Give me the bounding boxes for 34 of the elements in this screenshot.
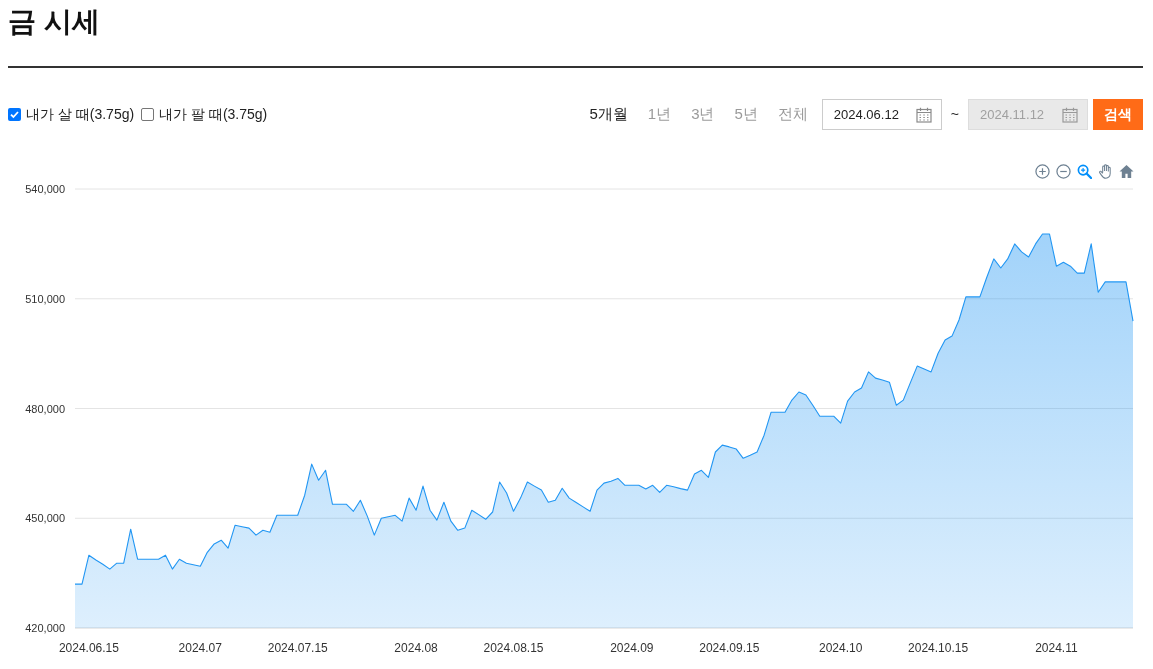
x-axis-label: 2024.08 (394, 641, 438, 655)
y-axis-label: 480,000 (25, 402, 65, 415)
checkbox[interactable] (8, 108, 21, 121)
home-icon[interactable] (1119, 163, 1134, 179)
period-tab[interactable]: 5개월 (589, 103, 628, 126)
hand-icon[interactable] (1098, 163, 1113, 179)
x-axis-label: 2024.07 (178, 641, 222, 655)
x-axis-label: 2024.06.15 (58, 641, 119, 655)
period-tab[interactable]: 3년 (691, 103, 715, 126)
y-axis-label: 510,000 (25, 292, 65, 305)
x-axis-label: 2024.10 (818, 641, 863, 655)
plus-circle-icon[interactable] (1035, 163, 1050, 179)
x-axis-label: 2024.10.15 (908, 641, 969, 655)
x-axis-label: 2024.09 (610, 641, 654, 655)
x-axis-label: 2024.08.15 (483, 641, 544, 655)
y-axis-label: 420,000 (25, 622, 65, 634)
calendar-icon[interactable] (915, 106, 932, 123)
x-axis-label: 2024.07.15 (267, 641, 328, 655)
date-field[interactable]: 2024.06.12 (821, 99, 942, 130)
x-axis-label: 2024.09.15 (699, 641, 760, 655)
checkbox[interactable] (141, 108, 155, 121)
range-separator: ~ (950, 105, 959, 124)
search-button[interactable]: 검색 (1093, 99, 1143, 130)
page-title: 금 시세 (8, 5, 100, 39)
x-axis-label: 2024.11 (1035, 641, 1078, 655)
checkbox-label[interactable]: 내가 살 때(3.75g) (26, 104, 135, 125)
minus-circle-icon[interactable] (1056, 163, 1071, 179)
y-axis-label: 450,000 (25, 512, 65, 525)
y-axis-label: 540,000 (25, 183, 65, 195)
period-tab[interactable]: 5년 (734, 103, 758, 126)
period-tab[interactable]: 전체 (777, 103, 808, 126)
period-tab[interactable]: 1년 (647, 103, 672, 126)
zoom-in-magnifier-icon[interactable] (1077, 163, 1092, 179)
checkbox-label[interactable]: 내가 팔 때(3.75g) (159, 104, 268, 125)
